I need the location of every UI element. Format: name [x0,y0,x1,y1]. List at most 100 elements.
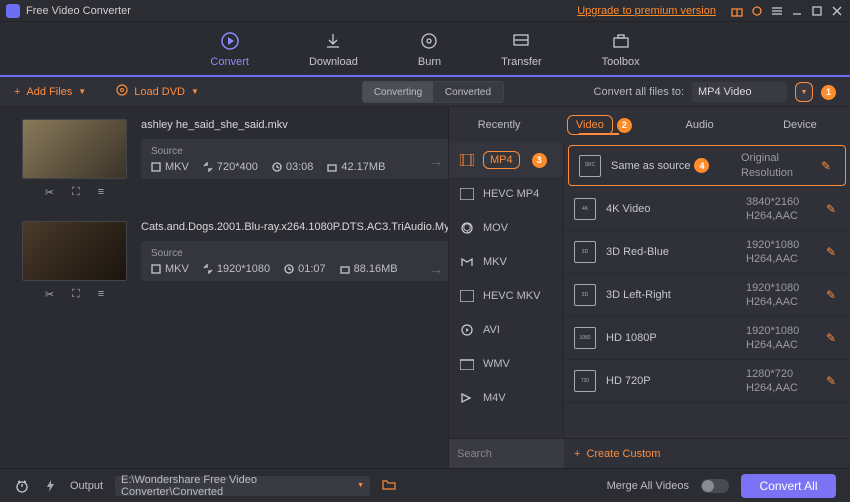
toolbox-icon [610,30,632,52]
resolution-item[interactable]: 3D 3D Left-Right 1920*1080H264,AAC ✎ [564,274,850,317]
tab-audio[interactable]: Audio [650,119,750,131]
tab-recently[interactable]: Recently [449,119,549,131]
mov-icon: Q [459,221,475,235]
source-resolution: 720*400 [203,161,258,173]
resolution-item[interactable]: SRC Same as source4 Original Resolution … [568,145,846,186]
schedule-icon[interactable] [14,478,30,494]
disc-icon [116,84,128,99]
menu-icon[interactable] [770,4,784,18]
add-files-button[interactable]: + Add Files ▼ [14,86,86,98]
svg-text:Q: Q [463,222,472,234]
main-area: ✂ ⛶ ≡ ashley he_said_she_said.mkv Source… [0,107,850,468]
wmv-icon [459,357,475,371]
file-thumbnail[interactable] [22,119,127,179]
app-window: Free Video Converter Upgrade to premium … [0,0,850,502]
nav-transfer[interactable]: Transfer [501,30,542,68]
tab-device[interactable]: Device [750,119,850,131]
bottom-bar: Output E:\Wondershare Free Video Convert… [0,468,850,502]
callout-badge-3: 3 [532,153,547,168]
chevron-down-icon: ▼ [357,482,364,489]
convert-all-button[interactable]: Convert All [741,474,836,498]
effect-icon[interactable]: ≡ [98,288,104,300]
m4v-icon [459,391,475,405]
arrow-right-icon: → [429,153,443,169]
gift-icon[interactable] [730,4,744,18]
edit-preset-icon[interactable]: ✎ [821,159,835,173]
tool-row: + Add Files ▼ Load DVD ▼ Converting Conv… [0,77,850,107]
category-item[interactable]: MP4 3 [449,143,563,177]
convert-all-label: Convert all files to: [594,86,684,98]
resolution-list: SRC Same as source4 Original Resolution … [564,143,850,438]
hevc-mkv-icon [459,289,475,303]
format-popup: → → Recently Video 2 Audio Device MP4 [448,107,850,468]
chevron-down-icon: ▼ [78,87,86,96]
mkv-icon [459,255,475,269]
minimize-icon[interactable] [790,4,804,18]
source-format: MKV [151,161,189,173]
resolution-item[interactable]: 4K 4K Video 3840*2160H264,AAC ✎ [564,188,850,231]
open-folder-icon[interactable] [382,478,398,493]
nav-download[interactable]: Download [309,30,358,68]
edit-preset-icon[interactable]: ✎ [826,374,840,388]
crop-icon[interactable]: ⛶ [72,288,80,301]
effect-icon[interactable]: ≡ [98,186,104,198]
crop-icon[interactable]: ⛶ [72,186,80,199]
status-tabs: Converting Converted [362,81,504,103]
format-body: MP4 3 HEVC MP4 QMOV MKV HEVC MKV AVI WMV… [449,143,850,438]
trim-icon[interactable]: ✂ [45,288,54,301]
resolution-item[interactable]: 1080 HD 1080P 1920*1080H264,AAC ✎ [564,317,850,360]
resolution-item[interactable]: 720 HD 720P 1280*720H264,AAC ✎ [564,360,850,403]
callout-badge-2: 2 [617,118,632,133]
merge-toggle[interactable] [701,479,729,493]
preset-icon: 4K [574,198,596,220]
avi-icon [459,323,475,337]
source-format: MKV [151,263,189,275]
arrow-right-icon: → [429,261,443,277]
category-item[interactable]: HEVC MKV [449,279,563,313]
close-icon[interactable] [830,4,844,18]
burn-icon [418,30,440,52]
source-size: 88.16MB [340,263,398,275]
create-custom-button[interactable]: +Create Custom [564,439,850,468]
output-path[interactable]: E:\Wondershare Free Video Converter\Conv… [115,476,370,496]
title-bar: Free Video Converter Upgrade to premium … [0,0,850,22]
search-input[interactable]: Search [449,439,564,468]
category-item[interactable]: HEVC MP4 [449,177,563,211]
plus-icon: + [574,448,580,460]
nav-burn[interactable]: Burn [418,30,441,68]
top-nav: Convert Download Burn Transfer Toolbox [0,22,850,77]
tab-video[interactable]: Video 2 [549,115,649,135]
convert-icon [219,30,241,52]
load-dvd-button[interactable]: Load DVD ▼ [116,84,199,99]
edit-preset-icon[interactable]: ✎ [826,245,840,259]
thumb-tools: ✂ ⛶ ≡ [22,183,127,201]
category-item[interactable]: WMV [449,347,563,381]
file-thumbnail[interactable] [22,221,127,281]
nav-toolbox[interactable]: Toolbox [602,30,640,68]
upgrade-premium-link[interactable]: Upgrade to premium version [577,5,716,17]
trim-icon[interactable]: ✂ [45,186,54,199]
output-format-dropdown[interactable]: ▼ [795,82,813,102]
edit-preset-icon[interactable]: ✎ [826,331,840,345]
edit-preset-icon[interactable]: ✎ [826,288,840,302]
edit-preset-icon[interactable]: ✎ [826,202,840,216]
plus-icon: + [14,86,20,98]
settings-icon[interactable] [750,4,764,18]
app-title: Free Video Converter [26,5,131,17]
category-item[interactable]: AVI [449,313,563,347]
nav-convert[interactable]: Convert [210,30,249,68]
category-list: MP4 3 HEVC MP4 QMOV MKV HEVC MKV AVI WMV… [449,143,564,438]
preset-icon: 3D [574,241,596,263]
category-item[interactable]: MKV [449,245,563,279]
category-item[interactable]: QMOV [449,211,563,245]
output-format-select[interactable]: MP4 Video [692,82,787,102]
preset-icon: 3D [574,284,596,306]
category-item[interactable]: M4V [449,381,563,415]
hevc-icon [459,187,475,201]
film-icon [459,153,475,167]
tab-converted[interactable]: Converted [433,82,503,102]
gpu-accel-icon[interactable] [42,478,58,494]
tab-converting[interactable]: Converting [363,82,433,102]
maximize-icon[interactable] [810,4,824,18]
resolution-item[interactable]: 3D 3D Red-Blue 1920*1080H264,AAC ✎ [564,231,850,274]
